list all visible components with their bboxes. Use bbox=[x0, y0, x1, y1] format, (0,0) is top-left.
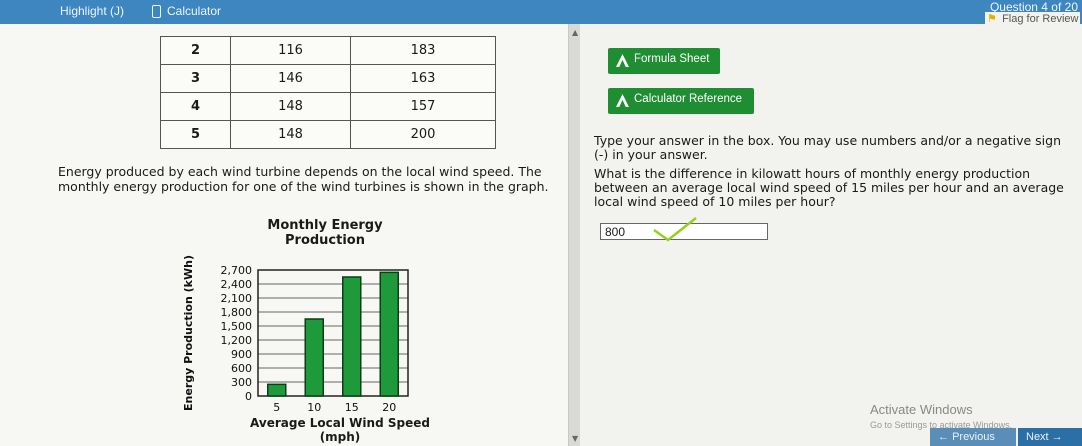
calculator-reference-icon bbox=[616, 94, 629, 107]
table-cell: 183 bbox=[350, 36, 496, 65]
chart-title: Monthly Energy Production bbox=[267, 218, 383, 248]
chart-bar bbox=[304, 318, 324, 397]
table-cell: 200 bbox=[350, 120, 496, 149]
chart-y-tick-label: 0 bbox=[245, 390, 252, 403]
table-row: 4 148 157 bbox=[160, 92, 496, 121]
chart-bar bbox=[342, 276, 362, 397]
chart-y-tick-label: 600 bbox=[231, 362, 252, 375]
highlight-button[interactable]: Highlight (J) bbox=[60, 4, 124, 18]
data-table: 2 116 183 3 146 163 4 148 157 5 148 200 bbox=[160, 36, 496, 149]
instructions-text: Type your answer in the box. You may use… bbox=[594, 133, 1061, 162]
calculator-reference-button[interactable]: Calculator Reference bbox=[608, 88, 754, 114]
table-row: 5 148 200 bbox=[160, 120, 496, 149]
chart-y-tick-label: 900 bbox=[231, 348, 252, 361]
passage-text: Energy produced by each wind turbine dep… bbox=[58, 164, 549, 194]
chart-x-tick-label: 20 bbox=[382, 401, 396, 414]
formula-icon bbox=[616, 54, 629, 67]
table-cell: 163 bbox=[350, 64, 496, 93]
collapse-up-icon[interactable]: ▲ bbox=[572, 28, 578, 37]
collapse-down-icon[interactable]: ▼ bbox=[572, 434, 578, 443]
question-text: What is the difference in kilowatt hours… bbox=[594, 166, 1064, 209]
table-cell: 2 bbox=[160, 36, 231, 65]
pane-divider[interactable]: ▲ ▼ bbox=[568, 24, 580, 446]
next-button[interactable]: Next → bbox=[1018, 428, 1082, 446]
chart-x-tick-label: 5 bbox=[273, 401, 280, 414]
chart-bar bbox=[267, 383, 287, 397]
chart-bar bbox=[379, 271, 399, 397]
chart-y-tick-label: 2,400 bbox=[221, 278, 253, 291]
chart-x-axis-label: Average Local Wind Speed (mph) bbox=[250, 416, 430, 444]
chart-x-tick-label: 15 bbox=[345, 401, 359, 414]
chart-y-tick-label: 2,100 bbox=[221, 292, 253, 305]
table-cell: 148 bbox=[230, 92, 351, 121]
table-cell: 116 bbox=[230, 36, 351, 65]
chart-y-tick-label: 300 bbox=[231, 376, 252, 389]
activate-windows-title: Activate Windows bbox=[870, 402, 973, 417]
table-cell: 146 bbox=[230, 64, 351, 93]
table-row: 2 116 183 bbox=[160, 36, 496, 65]
table-cell: 5 bbox=[160, 120, 231, 149]
table-cell: 148 bbox=[230, 120, 351, 149]
chart-y-tick-label: 2,700 bbox=[221, 264, 253, 277]
formula-sheet-label: Formula Sheet bbox=[634, 53, 710, 65]
chart-y-axis-label: Energy Production (kWh) bbox=[182, 255, 195, 411]
table-row: 3 146 163 bbox=[160, 64, 496, 93]
question-pane: Formula Sheet Calculator Reference Type … bbox=[580, 24, 1082, 446]
previous-label: Previous bbox=[952, 431, 995, 443]
check-mark-icon bbox=[653, 217, 697, 242]
calculator-reference-label: Calculator Reference bbox=[634, 93, 743, 105]
calculator-button[interactable]: Calculator bbox=[167, 4, 221, 18]
chart-x-tick-label: 10 bbox=[307, 401, 321, 414]
table-cell: 4 bbox=[160, 92, 231, 121]
top-toolbar: Highlight (J) Calculator Question 4 of 2… bbox=[0, 0, 1082, 24]
chart-y-tick-label: 1,200 bbox=[221, 334, 253, 347]
table-cell: 157 bbox=[350, 92, 496, 121]
next-label: Next bbox=[1026, 431, 1049, 443]
chart-y-tick-label: 1,800 bbox=[221, 306, 253, 319]
previous-button[interactable]: ← Previous bbox=[930, 428, 1016, 446]
formula-sheet-button[interactable]: Formula Sheet bbox=[608, 48, 720, 74]
flag-icon: ⚑ bbox=[987, 13, 997, 25]
chart-y-tick-label: 1,500 bbox=[221, 320, 253, 333]
chart: Monthly Energy Production 0 300 600 900 1,20… bbox=[170, 210, 450, 446]
table-cell: 3 bbox=[160, 64, 231, 93]
calculator-icon[interactable] bbox=[152, 5, 161, 18]
